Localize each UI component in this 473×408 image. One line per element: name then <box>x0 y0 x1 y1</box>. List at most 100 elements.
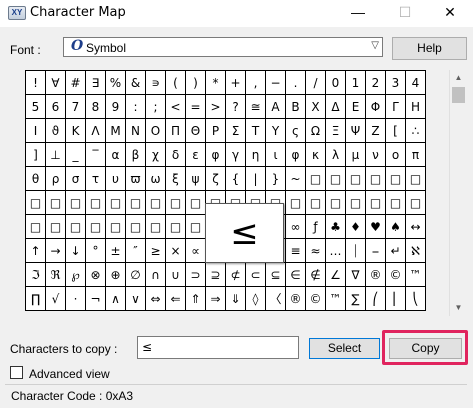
character-cell[interactable]: [ <box>385 118 406 143</box>
character-cell[interactable]: ⎯ <box>365 238 386 263</box>
character-cell[interactable]: σ <box>65 166 86 191</box>
character-cell[interactable]: ℵ <box>405 238 426 263</box>
character-cell[interactable]: ≥ <box>145 238 166 263</box>
character-cell[interactable]: 2 <box>365 70 386 95</box>
character-cell[interactable]: ⊥ <box>45 142 66 167</box>
character-cell[interactable]: φ <box>285 142 306 167</box>
character-cell[interactable]: 4 <box>405 70 426 95</box>
character-cell[interactable]: τ <box>85 166 106 191</box>
character-cell[interactable]: φ <box>205 142 226 167</box>
character-cell[interactable]: Ε <box>345 94 366 119</box>
character-cell[interactable]: Α <box>265 94 286 119</box>
character-cell[interactable]: ™ <box>325 286 346 311</box>
maximize-button[interactable]: ☐ <box>382 0 428 27</box>
character-cell[interactable]: Φ <box>365 94 386 119</box>
character-cell[interactable]: □ <box>405 166 426 191</box>
character-cell[interactable]: Σ <box>225 118 246 143</box>
character-cell[interactable]: 〈 <box>265 286 286 311</box>
character-cell[interactable]: ∅ <box>125 262 146 287</box>
character-cell[interactable]: γ <box>225 142 246 167</box>
character-cell[interactable]: Ν <box>125 118 146 143</box>
character-cell[interactable]: Ι <box>25 118 46 143</box>
character-cell[interactable]: □ <box>125 214 146 239</box>
character-cell[interactable]: □ <box>125 190 146 215</box>
character-cell[interactable]: : <box>125 94 146 119</box>
character-cell[interactable]: Χ <box>305 94 326 119</box>
character-cell[interactable]: 9 <box>105 94 126 119</box>
character-cell[interactable]: α <box>105 142 126 167</box>
character-cell[interactable]: ↔ <box>405 214 426 239</box>
character-cell[interactable]: … <box>325 238 346 263</box>
character-cell[interactable]: □ <box>305 166 326 191</box>
character-cell[interactable]: * <box>205 70 226 95</box>
character-cell[interactable]: □ <box>365 190 386 215</box>
character-cell[interactable]: □ <box>325 190 346 215</box>
character-cell[interactable]: ∴ <box>405 118 426 143</box>
character-cell[interactable]: √ <box>45 286 66 311</box>
character-cell[interactable]: ρ <box>45 166 66 191</box>
character-cell[interactable]: . <box>285 70 306 95</box>
character-cell[interactable]: ζ <box>205 166 226 191</box>
character-cell[interactable]: 6 <box>45 94 66 119</box>
character-cell[interactable]: □ <box>145 214 166 239</box>
character-cell[interactable]: ⎜ <box>385 286 406 311</box>
character-cell[interactable]: ψ <box>185 166 206 191</box>
character-cell[interactable]: □ <box>365 166 386 191</box>
character-cell[interactable]: ο <box>385 142 406 167</box>
character-cell[interactable]: ↵ <box>385 238 406 263</box>
character-cell[interactable]: ™ <box>405 262 426 287</box>
characters-to-copy-input[interactable]: ≤ <box>137 336 299 359</box>
character-cell[interactable]: □ <box>165 190 186 215</box>
character-cell[interactable]: > <box>205 94 226 119</box>
character-cell[interactable]: ⋅ <box>65 286 86 311</box>
character-cell[interactable]: Μ <box>105 118 126 143</box>
character-cell[interactable]: ↑ <box>25 238 46 263</box>
character-cell[interactable]: ∇ <box>345 262 366 287</box>
character-cell[interactable]: ≡ <box>285 238 306 263</box>
advanced-view-checkbox[interactable] <box>10 366 23 379</box>
character-cell[interactable]: } <box>265 166 286 191</box>
character-cell[interactable]: ⊂ <box>245 262 266 287</box>
character-cell[interactable]: Ρ <box>205 118 226 143</box>
character-cell[interactable]: ∧ <box>105 286 126 311</box>
character-cell[interactable]: + <box>225 70 246 95</box>
character-cell[interactable]: Π <box>165 118 186 143</box>
character-cell[interactable]: ″ <box>125 238 146 263</box>
character-cell[interactable]: ∪ <box>165 262 186 287</box>
character-cell[interactable]: ⇐ <box>165 286 186 311</box>
character-cell[interactable]: □ <box>305 190 326 215</box>
character-cell[interactable]: Θ <box>185 118 206 143</box>
character-cell[interactable]: ∠ <box>325 262 346 287</box>
character-cell[interactable]: ∑ <box>345 286 366 311</box>
character-cell[interactable]: μ <box>345 142 366 167</box>
character-cell[interactable]: ♦ <box>345 214 366 239</box>
character-cell[interactable]: ⊆ <box>265 262 286 287</box>
character-cell[interactable]: ℜ <box>45 262 66 287</box>
character-cell[interactable]: ≅ <box>245 94 266 119</box>
character-cell[interactable]: ∞ <box>285 214 306 239</box>
character-cell[interactable]: ⇑ <box>185 286 206 311</box>
character-cell[interactable]: □ <box>65 214 86 239</box>
character-cell[interactable]: π <box>405 142 426 167</box>
character-cell[interactable]: < <box>165 94 186 119</box>
character-cell[interactable]: 7 <box>65 94 86 119</box>
character-cell[interactable]: ¬ <box>85 286 106 311</box>
character-cell[interactable]: □ <box>105 190 126 215</box>
character-cell[interactable]: 3 <box>385 70 406 95</box>
character-cell[interactable]: ∝ <box>185 238 206 263</box>
character-cell[interactable]: # <box>65 70 86 95</box>
character-cell[interactable]: ◊ <box>245 286 266 311</box>
character-cell[interactable]: ! <box>25 70 46 95</box>
character-cell[interactable]: ϖ <box>125 166 146 191</box>
character-cell[interactable]: ∉ <box>305 262 326 287</box>
scroll-up-arrow-icon[interactable]: ▲ <box>450 70 467 86</box>
character-cell[interactable]: ς <box>285 118 306 143</box>
character-cell[interactable]: υ <box>105 166 126 191</box>
chevron-down-icon[interactable]: ▽ <box>371 40 379 51</box>
character-cell[interactable]: ∩ <box>145 262 166 287</box>
character-cell[interactable]: | <box>245 166 266 191</box>
minimize-button[interactable]: — <box>335 0 381 27</box>
character-cell[interactable]: ∃ <box>85 70 106 95</box>
character-cell[interactable]: □ <box>385 190 406 215</box>
character-cell[interactable]: ∍ <box>145 70 166 95</box>
